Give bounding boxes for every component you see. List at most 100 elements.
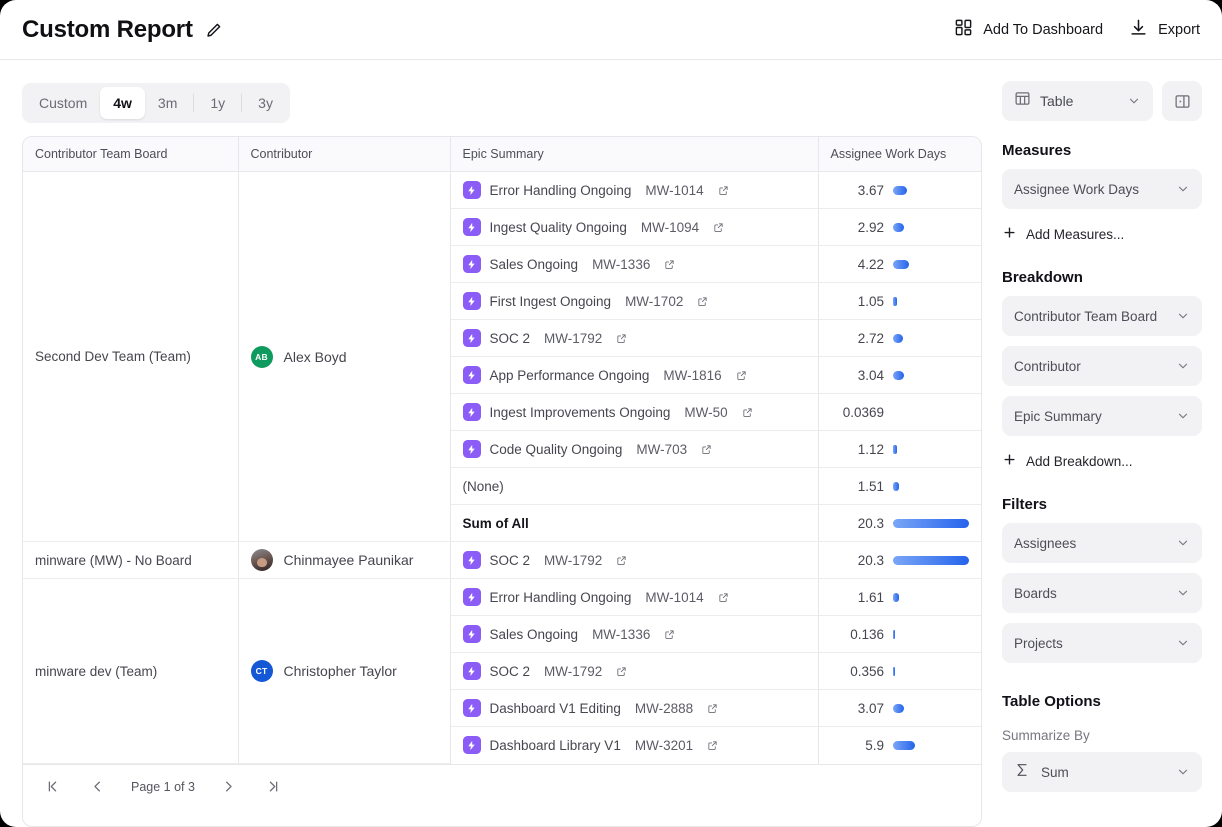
epic-key: MW-1014 <box>645 182 704 198</box>
value-bar-track <box>893 185 969 195</box>
epic-bolt-icon <box>462 699 481 717</box>
cell-epic-summary: SOC 2 MW-1792 <box>450 541 819 579</box>
cell-assignee-work-days: 1.61 <box>818 578 981 616</box>
epic-key: MW-1094 <box>640 219 700 235</box>
cell-assignee-work-days: 3.04 <box>818 356 981 394</box>
avatar <box>250 549 273 571</box>
range-option-1y[interactable]: 1y <box>197 87 238 119</box>
cell-assignee-work-days: 0.0369 <box>818 393 981 431</box>
value-number: 4.22 <box>857 256 884 272</box>
cell-assignee-work-days: 5.9 <box>818 727 981 764</box>
external-link-icon[interactable] <box>616 555 627 566</box>
add-breakdown-button[interactable]: Add Breakdown... <box>1002 448 1202 474</box>
pencil-icon[interactable] <box>205 21 223 39</box>
viz-toolbar: Table <box>1002 80 1202 122</box>
epic-key: MW-1336 <box>592 256 651 272</box>
cell-assignee-work-days: 1.51 <box>818 467 981 505</box>
external-link-icon[interactable] <box>707 740 718 751</box>
cell-contributor-team-board: minware dev (Team) <box>23 578 239 764</box>
cell-epic-summary: Ingest Quality Ongoing MW-1094 <box>450 208 819 246</box>
external-link-icon[interactable] <box>616 333 627 344</box>
breakdown-item-0[interactable]: Contributor Team Board <box>1002 296 1202 336</box>
value-bar-track <box>893 592 969 602</box>
value-bar-track <box>893 629 969 639</box>
cell-epic-summary: Error Handling Ongoing MW-1014 <box>450 171 819 209</box>
epic-bolt-icon <box>462 736 481 755</box>
chevron-right-icon[interactable] <box>217 777 240 796</box>
table-row[interactable]: minware dev (Team) CT Christopher Taylor Er… <box>23 578 981 764</box>
first-page-icon[interactable] <box>41 777 64 796</box>
value-bar <box>893 333 904 343</box>
value-number: 0.356 <box>850 663 884 679</box>
epic-bolt-icon <box>462 255 481 273</box>
external-link-icon[interactable] <box>701 444 712 455</box>
side-panel-icon[interactable] <box>1162 81 1202 121</box>
filters-title: Filters <box>1002 496 1048 513</box>
external-link-icon[interactable] <box>664 259 675 270</box>
summarize-by-select[interactable]: Sum <box>1002 752 1202 792</box>
value-bar <box>893 222 904 232</box>
filter-item-0[interactable]: Assignees <box>1002 523 1202 563</box>
add-measures-button[interactable]: Add Measures... <box>1002 221 1202 247</box>
range-option-4w[interactable]: 4w <box>100 87 145 119</box>
epic-name: Error Handling Ongoing <box>489 589 632 605</box>
range-option-3y[interactable]: 3y <box>245 87 286 119</box>
range-option-custom[interactable]: Custom <box>26 87 100 119</box>
table-row[interactable]: minware (MW) - No Board Chinmayee Paunika… <box>23 541 981 579</box>
value-bar <box>893 370 905 380</box>
epic-key: MW-50 <box>684 404 728 420</box>
chevron-down-icon <box>1176 765 1190 779</box>
value-number: 2.72 <box>857 330 884 346</box>
table-row[interactable]: Second Dev Team (Team) AB Alex Boyd Error H… <box>23 171 981 542</box>
breakdown-item-1[interactable]: Contributor <box>1002 346 1202 386</box>
cell-contributor-team-board: Second Dev Team (Team) <box>23 171 239 542</box>
column-header-assignee-work-days[interactable]: Assignee Work Days <box>818 137 981 172</box>
cell-epic-summary: First Ingest Ongoing MW-1702 <box>450 282 819 320</box>
filter-item-1[interactable]: Boards <box>1002 573 1202 613</box>
external-link-icon[interactable] <box>664 629 675 640</box>
external-link-icon[interactable] <box>697 296 708 307</box>
external-link-icon[interactable] <box>707 703 718 714</box>
epic-bolt-icon <box>462 181 481 199</box>
external-link-icon[interactable] <box>736 370 747 381</box>
epic-key: MW-1336 <box>592 626 651 642</box>
epic-name: Ingest Improvements Ongoing <box>489 404 671 420</box>
cell-epic-summary: Sum of All <box>450 504 819 542</box>
column-header-epic-summary[interactable]: Epic Summary <box>450 137 819 172</box>
epic-bolt-icon <box>462 588 481 606</box>
value-number: 1.51 <box>857 478 884 494</box>
external-link-icon[interactable] <box>742 407 753 418</box>
time-range-selector[interactable]: Custom 4w 3m 1y 3y <box>22 83 290 123</box>
export-button[interactable]: Export <box>1129 18 1200 41</box>
external-link-icon[interactable] <box>718 592 729 603</box>
column-header-contributor[interactable]: Contributor <box>238 137 451 172</box>
filter-item-2[interactable]: Projects <box>1002 623 1202 663</box>
add-to-dashboard-button[interactable]: Add To Dashboard <box>954 18 1103 41</box>
value-number: 3.67 <box>857 182 884 198</box>
breakdown-item-2[interactable]: Epic Summary <box>1002 396 1202 436</box>
epic-name: Sales Ongoing <box>489 256 579 272</box>
value-number: 20.3 <box>857 515 884 531</box>
value-number: 3.04 <box>857 367 884 383</box>
cell-contributor: AB Alex Boyd <box>238 171 451 542</box>
cell-epic-summary: Sales Ongoing MW-1336 <box>450 245 819 283</box>
chevron-left-icon[interactable] <box>86 777 109 796</box>
value-bar <box>893 592 900 602</box>
cell-assignee-work-days: 4.22 <box>818 245 981 283</box>
value-bar-track <box>893 370 969 380</box>
title-group: Custom Report <box>22 16 223 44</box>
external-link-icon[interactable] <box>713 222 724 233</box>
value-bar-track <box>893 259 969 269</box>
visualization-type-select[interactable]: Table <box>1002 81 1153 121</box>
page-indicator: Page 1 of 3 <box>131 779 195 794</box>
column-header-contributor-team-board[interactable]: Contributor Team Board <box>23 137 239 172</box>
last-page-icon[interactable] <box>262 777 285 796</box>
measure-item-0[interactable]: Assignee Work Days <box>1002 169 1202 209</box>
epic-bolt-icon <box>462 292 481 310</box>
filter-item-label: Assignees <box>1014 535 1077 551</box>
external-link-icon[interactable] <box>718 185 729 196</box>
range-option-3m[interactable]: 3m <box>145 87 190 119</box>
value-bar-track <box>893 481 969 491</box>
external-link-icon[interactable] <box>616 666 627 677</box>
table-head: Contributor Team Board Contributor Epic … <box>23 137 981 172</box>
